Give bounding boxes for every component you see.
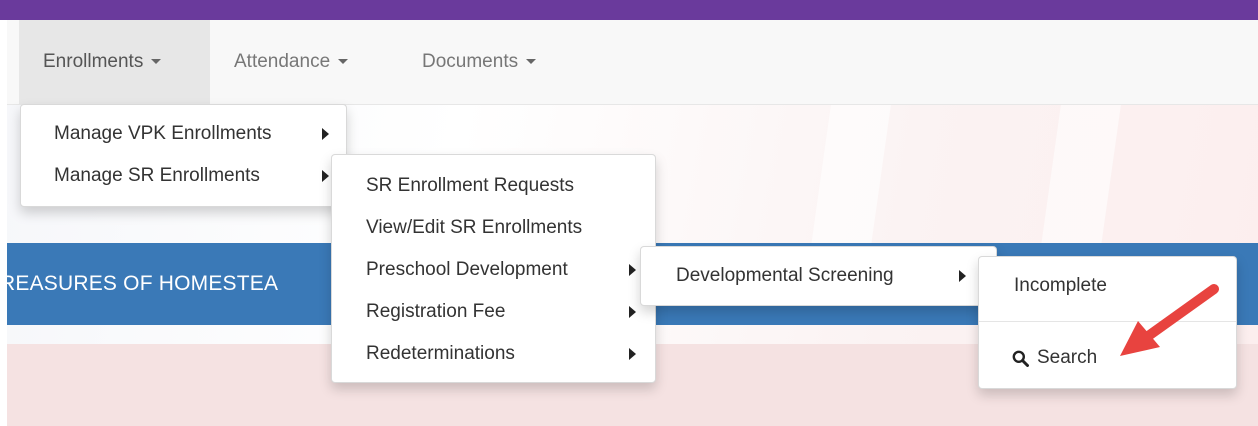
menu-item-preschool-development[interactable]: Preschool Development [332,253,655,287]
submenu-arrow-icon [629,348,636,360]
menu-item-label: Manage SR Enrollments [54,165,260,186]
menu-item-label: Incomplete [1014,275,1107,296]
submenu-arrow-icon [629,264,636,276]
preschool-development-submenu: Developmental Screening [640,246,997,306]
nav-documents[interactable]: Documents [422,20,537,104]
nav-enrollments[interactable]: Enrollments [19,20,210,104]
menu-item-label: Manage VPK Enrollments [54,123,272,144]
submenu-arrow-icon [959,270,966,282]
menu-item-label: Search [1037,347,1098,368]
menu-item-manage-sr[interactable]: Manage SR Enrollments [21,159,346,193]
menu-item-registration-fee[interactable]: Registration Fee [332,295,655,329]
nav-attendance-label: Attendance [234,51,331,72]
submenu-arrow-icon [322,128,329,140]
caret-down-icon [338,59,349,65]
enrollments-dropdown: Manage VPK Enrollments Manage SR Enrollm… [20,104,347,207]
caret-down-icon [526,59,537,65]
menu-item-label: Registration Fee [366,301,506,322]
nav-attendance[interactable]: Attendance [234,20,349,104]
menu-item-sr-enrollment-requests[interactable]: SR Enrollment Requests [332,169,655,203]
menu-item-label: Redeterminations [366,343,515,364]
nav-enrollments-label: Enrollments [43,51,144,72]
submenu-arrow-icon [322,170,329,182]
menu-item-label: Developmental Screening [676,265,894,286]
menu-item-label: View/Edit SR Enrollments [366,217,583,238]
navbar: Enrollments Attendance Documents [7,20,1258,105]
submenu-arrow-icon [629,306,636,318]
menu-item-manage-vpk[interactable]: Manage VPK Enrollments [21,117,346,151]
menu-item-redeterminations[interactable]: Redeterminations [332,337,655,371]
caret-down-icon [151,59,162,65]
menu-item-label: SR Enrollment Requests [366,175,575,196]
search-icon [1012,350,1029,367]
annotation-arrow-icon [1120,284,1219,356]
menu-item-view-edit-sr[interactable]: View/Edit SR Enrollments [332,211,655,245]
sr-enrollments-submenu: SR Enrollment Requests View/Edit SR Enro… [331,154,656,383]
banner-title: REASURES OF HOMESTEA [7,272,279,295]
top-accent-bar [0,0,1258,20]
nav-documents-label: Documents [422,51,519,72]
menu-item-label: Preschool Development [366,259,568,280]
menu-item-developmental-screening[interactable]: Developmental Screening [641,259,996,293]
